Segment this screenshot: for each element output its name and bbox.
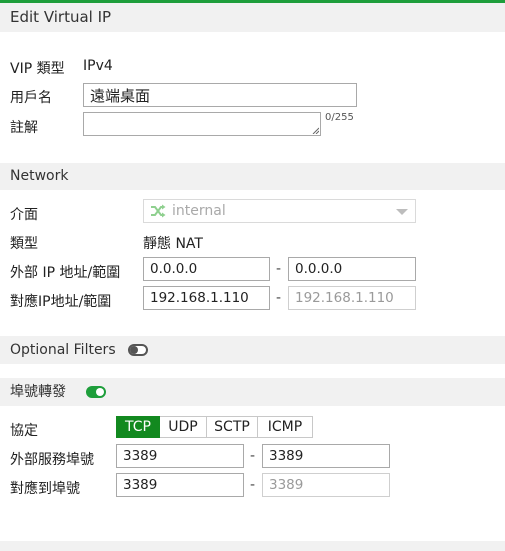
- mapped-port-label: 對應到埠號: [10, 481, 80, 497]
- shuffle-icon: [151, 204, 166, 218]
- next-section-header: [0, 541, 505, 551]
- range-dash: -: [276, 290, 282, 306]
- optional-filters-toggle[interactable]: [128, 344, 148, 356]
- mapped-port-start-input[interactable]: 3389: [116, 473, 244, 497]
- external-ip-label: 外部 IP 地址/範圍: [10, 265, 121, 281]
- mapped-port-end-input: 3389: [262, 473, 390, 497]
- mapped-ip-start-input[interactable]: 192.168.1.110: [143, 286, 270, 310]
- port-forwarding-section-header: 埠號轉發: [0, 378, 505, 406]
- interface-label: 介面: [10, 207, 38, 223]
- network-title: Network: [10, 168, 69, 184]
- interface-select[interactable]: internal: [143, 199, 416, 223]
- chevron-down-icon: [396, 209, 408, 215]
- port-forwarding-title: 埠號轉發: [10, 384, 66, 400]
- dialog-title: Edit Virtual IP: [10, 8, 112, 26]
- protocol-selector: TCP UDP SCTP ICMP: [116, 416, 313, 438]
- vip-type-label: VIP 類型: [10, 61, 65, 77]
- resize-handle-icon[interactable]: [312, 127, 319, 134]
- external-port-label: 外部服務埠號: [10, 452, 94, 468]
- toggle-knob: [130, 346, 138, 354]
- protocol-icmp-button[interactable]: ICMP: [258, 416, 313, 438]
- protocol-sctp-button[interactable]: SCTP: [207, 416, 258, 438]
- toggle-knob: [96, 388, 104, 396]
- external-port-start-input[interactable]: 3389: [116, 444, 244, 468]
- dialog-title-bar: Edit Virtual IP: [0, 3, 505, 32]
- mapped-ip-label: 對應IP地址/範圍: [10, 294, 112, 310]
- range-dash: -: [250, 477, 256, 493]
- comment-textarea[interactable]: [83, 112, 321, 136]
- network-section-header: Network: [0, 163, 505, 190]
- mapped-ip-end-input: 192.168.1.110: [288, 286, 416, 310]
- range-dash: -: [276, 261, 282, 277]
- name-input[interactable]: 遠端桌面: [83, 83, 357, 107]
- optional-filters-title: Optional Filters: [10, 342, 116, 358]
- external-ip-start-input[interactable]: 0.0.0.0: [143, 257, 270, 281]
- optional-filters-section-header: Optional Filters: [0, 336, 505, 364]
- name-label: 用戶名: [10, 90, 52, 106]
- type-label: 類型: [10, 236, 38, 252]
- comment-label: 註解: [10, 120, 38, 136]
- protocol-udp-button[interactable]: UDP: [160, 416, 207, 438]
- port-forwarding-toggle[interactable]: [86, 386, 106, 398]
- external-port-end-input[interactable]: 3389: [262, 444, 390, 468]
- external-ip-end-input[interactable]: 0.0.0.0: [288, 257, 416, 281]
- vip-type-value: IPv4: [83, 58, 113, 74]
- interface-value: internal: [172, 203, 226, 219]
- type-value: 靜態 NAT: [143, 236, 203, 252]
- comment-counter: 0/255: [325, 112, 354, 123]
- protocol-tcp-button[interactable]: TCP: [116, 416, 160, 438]
- range-dash: -: [250, 448, 256, 464]
- protocol-label: 協定: [10, 423, 38, 439]
